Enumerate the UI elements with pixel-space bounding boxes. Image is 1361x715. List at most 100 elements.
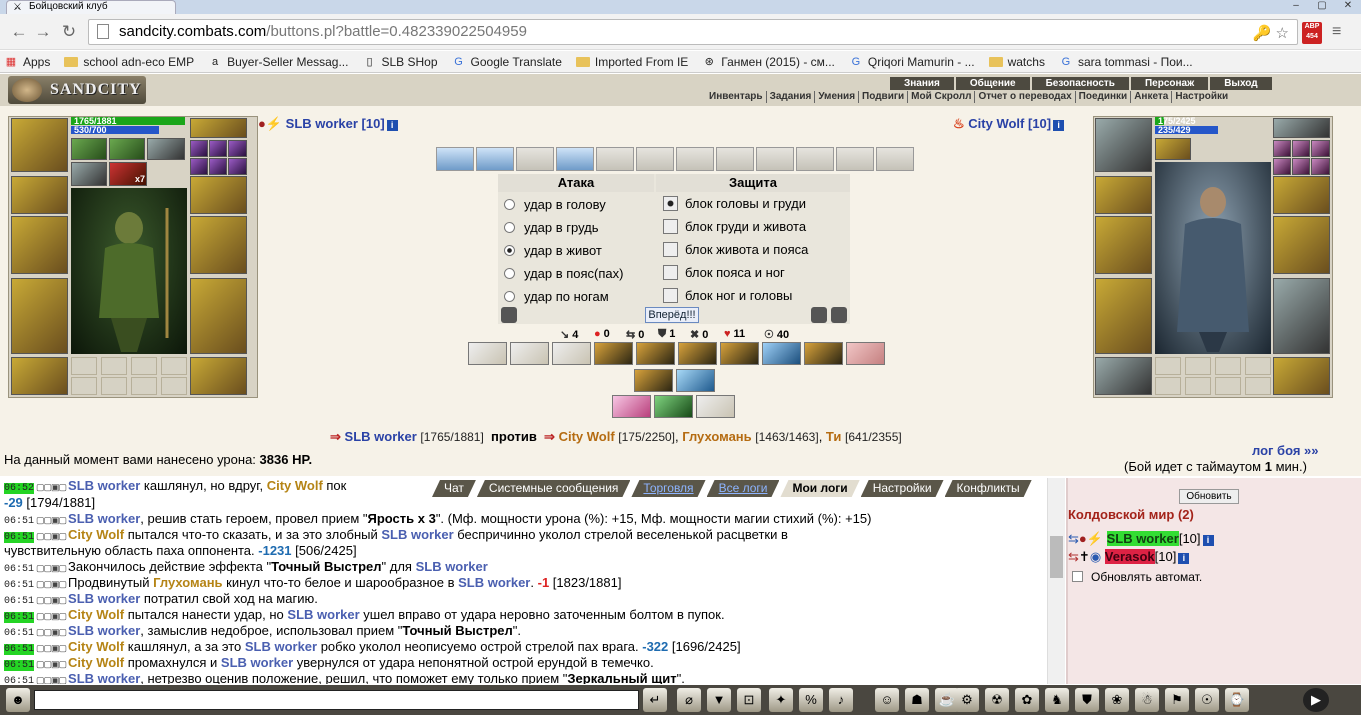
sub-nav-item[interactable]: Отчет о переводах xyxy=(974,91,1074,103)
top-nav-item[interactable]: Общение xyxy=(955,77,1030,90)
skill-icon[interactable] xyxy=(696,395,735,418)
boots-slot[interactable] xyxy=(1273,357,1330,395)
bookmark-item[interactable]: G Qriqori Mamurin - ... xyxy=(849,55,975,69)
chat-player-name[interactable]: City Wolf xyxy=(68,527,124,542)
reload-icon[interactable]: ↻ xyxy=(58,22,80,44)
versus-opponent[interactable]: Глухомань xyxy=(682,429,751,444)
online-user[interactable]: ⇆●⚡ SLB worker[10] i xyxy=(1068,531,1214,547)
ring-slot[interactable] xyxy=(1311,140,1330,157)
chat-tab[interactable]: Конфликты xyxy=(945,480,1032,497)
minimize-icon[interactable]: – xyxy=(1283,0,1309,14)
scroll-slot[interactable] xyxy=(756,147,794,171)
sub-nav-item[interactable]: Инвентарь xyxy=(706,91,766,103)
skill-icon[interactable] xyxy=(676,369,715,392)
effect-slot[interactable] xyxy=(147,138,185,160)
top-nav-item[interactable]: Безопасность xyxy=(1031,77,1129,90)
horse-icon[interactable]: ♞ xyxy=(1045,688,1069,712)
chat-time[interactable]: 06:51 xyxy=(4,612,35,623)
skill-icon[interactable] xyxy=(846,342,885,365)
chat-tab[interactable]: Торговля xyxy=(631,480,705,497)
gloves-slot[interactable] xyxy=(1273,176,1330,214)
effect-slot[interactable] xyxy=(1155,138,1191,160)
defense-option[interactable]: блок пояса и ног xyxy=(663,265,785,280)
left-player-name[interactable]: ●⚡ SLB worker [10] i xyxy=(258,116,398,132)
chat-player-name[interactable]: City Wolf xyxy=(68,607,124,622)
back-icon[interactable]: ← xyxy=(8,22,30,44)
chat-time[interactable]: 06:51 xyxy=(4,660,35,671)
belt-slot[interactable] xyxy=(1095,357,1152,395)
skill-icon[interactable] xyxy=(634,369,673,392)
scroll-slot[interactable] xyxy=(636,147,674,171)
ring-slot[interactable] xyxy=(1292,140,1310,157)
attack-option[interactable]: удар в пояс(пах) xyxy=(504,266,623,281)
defense-radio[interactable] xyxy=(663,288,678,303)
swap-icon[interactable] xyxy=(831,307,847,323)
left-shield-icon[interactable] xyxy=(501,307,517,323)
effect-slot[interactable] xyxy=(71,138,107,160)
top-nav-item[interactable]: Знания xyxy=(890,77,954,90)
ring-slot[interactable] xyxy=(228,140,247,157)
top-nav-item[interactable]: Выход xyxy=(1210,77,1272,90)
chat-time[interactable]: 06:51 xyxy=(4,628,34,639)
clock-icon[interactable]: ⌚ xyxy=(1225,688,1249,712)
defense-radio[interactable] xyxy=(663,196,678,211)
scroll-slot[interactable] xyxy=(436,147,474,171)
earring-slot[interactable] xyxy=(1273,118,1330,138)
chat-time[interactable]: 06:51 xyxy=(4,676,34,684)
chat-player-name[interactable]: SLB worker xyxy=(245,639,317,654)
empty-slot[interactable] xyxy=(161,357,187,375)
empty-slot[interactable] xyxy=(1245,357,1271,375)
right-player-name[interactable]: ♨ City Wolf [10] i xyxy=(953,116,1065,132)
bookmark-star-icon[interactable]: 🔑 ☆ xyxy=(1253,22,1289,46)
defense-radio[interactable] xyxy=(663,242,678,257)
chat-tab[interactable]: Мои логи xyxy=(780,480,859,497)
scroll-slot[interactable] xyxy=(796,147,834,171)
bookmark-item[interactable]: ▯ SLB SHop xyxy=(362,55,437,69)
sun-icon[interactable]: ☉ xyxy=(1195,688,1219,712)
info-icon[interactable]: i xyxy=(1178,553,1190,564)
weapon-slot[interactable] xyxy=(1095,216,1152,274)
skill-icon[interactable] xyxy=(510,342,549,365)
boots-slot[interactable] xyxy=(190,357,247,395)
scroll-thumb[interactable] xyxy=(1050,536,1063,578)
skill-icon[interactable] xyxy=(678,342,717,365)
bookmark-item[interactable]: school adn-eco EMP xyxy=(64,55,194,69)
flower-icon[interactable]: ❀ xyxy=(1105,688,1129,712)
eraser-icon[interactable]: ⌀ xyxy=(677,688,701,712)
chat-tab[interactable]: Чат xyxy=(432,480,476,497)
empty-slot[interactable] xyxy=(131,377,157,395)
chat-input[interactable] xyxy=(34,690,639,710)
skill-icon[interactable] xyxy=(612,395,651,418)
online-user-name[interactable]: Verasok xyxy=(1104,549,1155,564)
play-icon[interactable]: ▶ xyxy=(1303,688,1329,712)
cloud-icon[interactable]: ☗ xyxy=(905,688,929,712)
skill-icon[interactable] xyxy=(720,342,759,365)
chat-log[interactable]: 06:52 ▢▢▣▢ SLB worker кашлянул, но вдруг, … xyxy=(0,478,1047,684)
filter-icon[interactable]: ▼ xyxy=(707,688,731,712)
bookmark-item[interactable]: ▦ Apps xyxy=(4,55,51,69)
chat-player-name[interactable]: City Wolf xyxy=(68,655,124,670)
menu-icon[interactable]: ≡ xyxy=(1332,23,1341,41)
info-icon[interactable]: i xyxy=(1053,120,1065,131)
legs-slot[interactable] xyxy=(190,278,247,354)
sub-nav-item[interactable]: Задания xyxy=(765,91,815,103)
armor-slot[interactable] xyxy=(1095,278,1152,354)
danger-icon[interactable]: ☢ xyxy=(985,688,1009,712)
legs-slot[interactable] xyxy=(1273,278,1330,354)
chat-player-name[interactable]: SLB worker xyxy=(68,478,140,493)
scroll-slot[interactable] xyxy=(716,147,754,171)
defense-option[interactable]: блок ног и головы xyxy=(663,288,792,303)
close-icon[interactable]: ✕ xyxy=(1335,0,1361,14)
music-icon[interactable]: ♪ xyxy=(829,688,853,712)
settings-icon[interactable]: ⚙ xyxy=(955,688,979,712)
chat-time[interactable]: 06:51 xyxy=(4,580,34,591)
ring-slot[interactable] xyxy=(209,140,227,157)
attack-option[interactable]: удар в голову xyxy=(504,197,606,212)
empty-slot[interactable] xyxy=(1215,377,1241,395)
attack-option[interactable]: удар по ногам xyxy=(504,289,609,304)
chat-player-name[interactable]: SLB worker xyxy=(381,527,453,542)
helmet-slot[interactable] xyxy=(11,118,68,172)
empty-slot[interactable] xyxy=(71,377,97,395)
bracers-slot[interactable] xyxy=(11,176,68,214)
info-icon[interactable]: i xyxy=(386,120,398,131)
